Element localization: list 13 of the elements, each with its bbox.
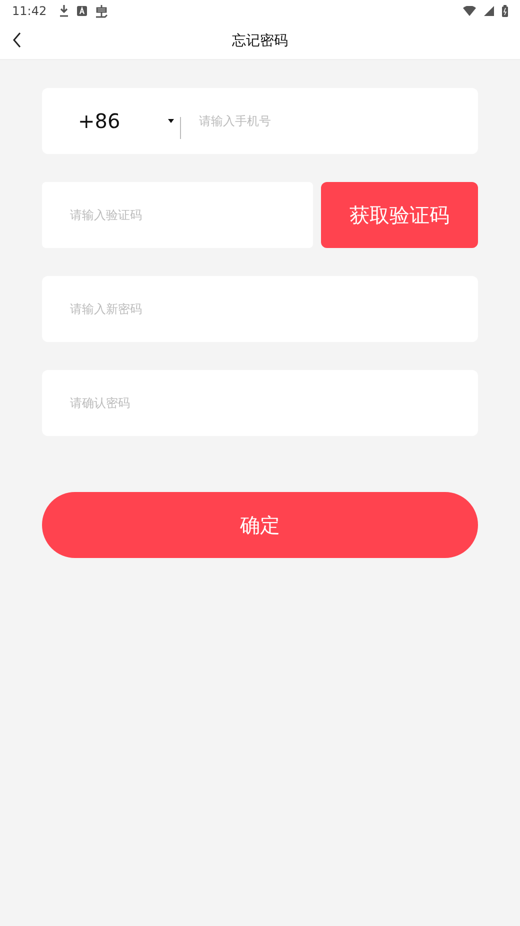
dropdown-caret-icon <box>168 119 174 123</box>
wifi-icon <box>463 6 476 16</box>
new-password-field[interactable]: 请输入新密码 <box>42 276 478 342</box>
confirm-password-field[interactable]: 请确认密码 <box>42 370 478 436</box>
app-notification-icon <box>76 6 87 16</box>
battery-icon <box>502 5 508 17</box>
country-code-dropdown[interactable]: +86 <box>42 109 174 133</box>
status-time: 11:42 <box>12 4 47 18</box>
page-title: 忘记密码 <box>232 32 288 50</box>
signal-icon <box>484 6 494 16</box>
download-icon <box>58 5 69 17</box>
phone-field[interactable]: +86 请输入手机号 <box>42 88 478 154</box>
code-field[interactable]: 请输入验证码 <box>42 182 313 248</box>
